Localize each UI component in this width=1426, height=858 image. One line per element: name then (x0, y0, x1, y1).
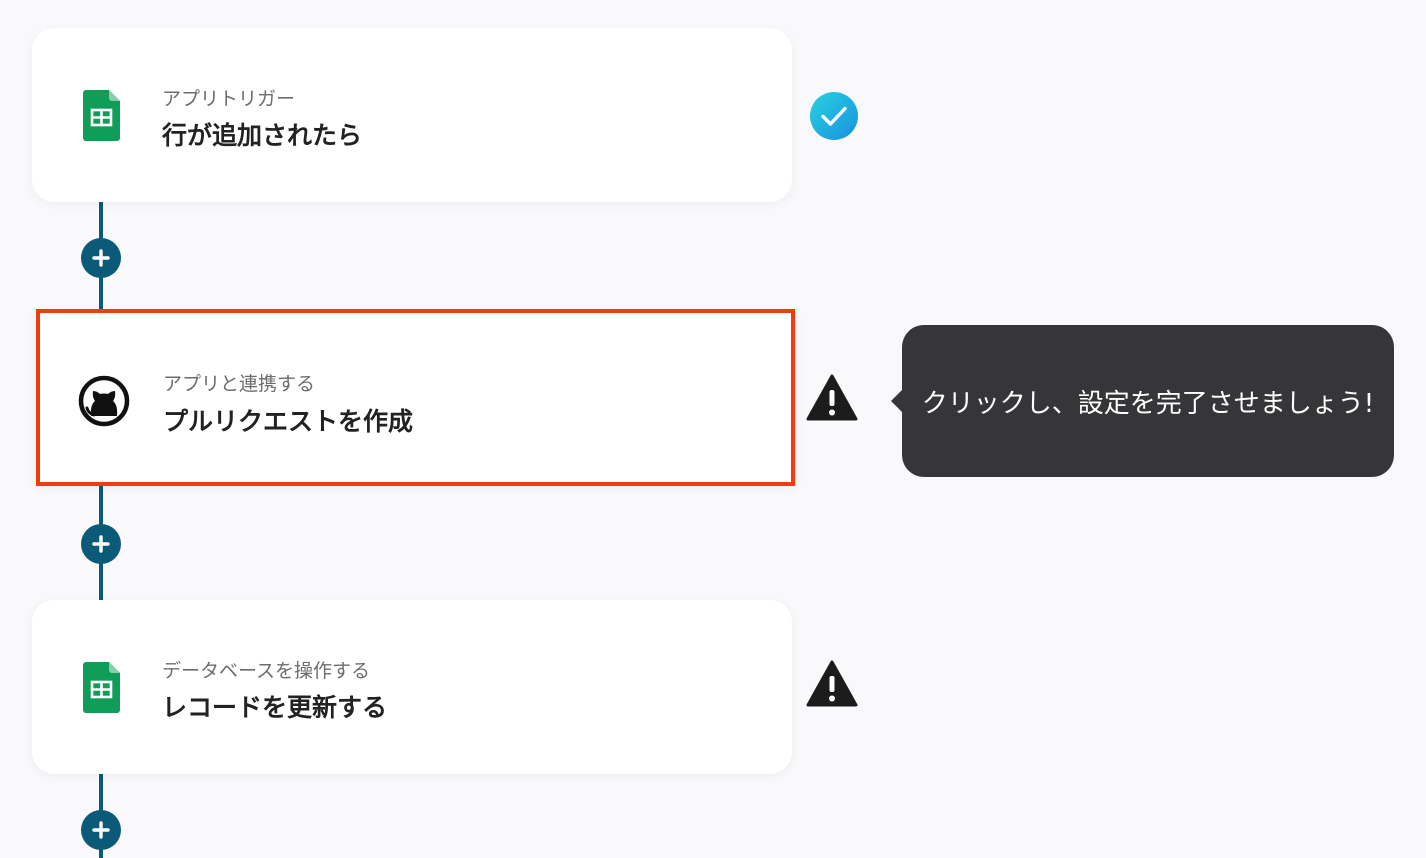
step-subtitle: データベースを操作する (162, 660, 371, 682)
setup-hint-tooltip: クリックし、設定を完了させましょう! (891, 325, 1394, 477)
plus-icon (92, 535, 110, 553)
github-icon (78, 375, 130, 427)
step-card-action[interactable]: アプリと連携する プルリクエストを作成 (36, 309, 795, 486)
google-sheets-icon (83, 662, 120, 713)
google-sheets-icon (83, 90, 120, 141)
warning-icon (806, 660, 858, 707)
step-card-database[interactable]: データベースを操作する レコードを更新する (32, 600, 792, 774)
add-step-button[interactable] (81, 810, 121, 850)
add-step-button[interactable] (81, 524, 121, 564)
step-subtitle: アプリトリガー (162, 88, 296, 110)
check-circle-icon (810, 92, 858, 140)
step-subtitle: アプリと連携する (163, 373, 316, 395)
step-card-trigger[interactable]: アプリトリガー 行が追加されたら (32, 28, 792, 202)
tooltip-text: クリックし、設定を完了させましょう! (921, 388, 1375, 419)
plus-icon (92, 249, 110, 267)
plus-icon (92, 821, 110, 839)
step-title: 行が追加されたら (162, 121, 363, 150)
warning-icon (806, 374, 858, 421)
step-title: プルリクエストを作成 (163, 407, 414, 436)
step-title: レコードを更新する (162, 693, 388, 722)
add-step-button[interactable] (81, 238, 121, 278)
